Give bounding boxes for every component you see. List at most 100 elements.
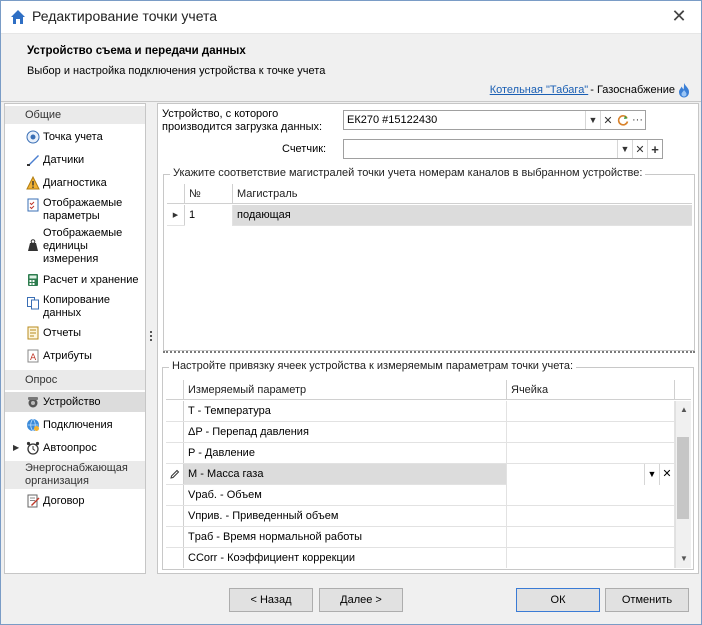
weight-icon: [28, 239, 38, 251]
nav-item-connections[interactable]: Подключения: [5, 415, 145, 435]
nav-item-displayed-units[interactable]: Отображаемые единицы измерения: [5, 226, 145, 268]
nav-item-sensors[interactable]: Датчики: [5, 150, 145, 170]
cell-no[interactable]: 1: [185, 205, 233, 226]
chevron-down-icon[interactable]: ▼: [585, 111, 600, 129]
nav-item-diagnostics[interactable]: Диагностика: [5, 173, 145, 193]
row-indicator: [166, 422, 184, 442]
nav-item-meter-point[interactable]: Точка учета: [5, 127, 145, 147]
nav-item-label: Автоопрос: [43, 442, 97, 454]
column-header-param[interactable]: Измеряемый параметр: [184, 380, 507, 400]
cell-device-cell[interactable]: [507, 422, 675, 443]
table-row[interactable]: CCorr - Коэффициент коррекции: [166, 548, 691, 568]
nav-item-attributes[interactable]: A Атрибуты: [5, 346, 145, 366]
cell-param: Vприв. - Приведенный объем: [184, 506, 507, 527]
cell-device-cell[interactable]: [507, 506, 675, 527]
table-row[interactable]: Tраб - Время нормальной работы: [166, 527, 691, 548]
nav-item-label: Подключения: [43, 419, 113, 431]
grid-splitter[interactable]: [163, 351, 695, 354]
clear-icon[interactable]: ✕: [600, 111, 615, 129]
channels-groupbox: Укажите соответствие магистралей точки у…: [163, 167, 695, 351]
organization-info: Котельная "Табага" - Газоснабжение: [490, 82, 691, 98]
nav-item-device[interactable]: Устройство: [5, 392, 145, 412]
table-row[interactable]: Vприв. - Приведенный объем: [166, 506, 691, 527]
org-link[interactable]: Котельная "Табага": [490, 84, 589, 96]
panel-splitter[interactable]: [150, 331, 153, 345]
checklist-icon: [27, 198, 39, 212]
ok-button[interactable]: ОК: [516, 588, 600, 612]
refresh-icon[interactable]: [615, 111, 630, 129]
scroll-up-icon[interactable]: ▲: [676, 403, 691, 417]
binding-groupbox: Настройте привязку ячеек устройства к из…: [162, 360, 694, 570]
nav-group-general: Общие: [5, 106, 145, 124]
channels-title: Укажите соответствие магистралей точки у…: [170, 167, 646, 179]
svg-text:A: A: [30, 353, 37, 363]
row-indicator: [166, 506, 184, 526]
device-combobox[interactable]: ЕК270 #15122430 ▼ ✕ ···: [343, 110, 646, 130]
cell-device-cell[interactable]: [507, 443, 675, 464]
warning-icon: [26, 176, 40, 190]
attribute-icon: A: [27, 349, 39, 363]
table-row[interactable]: T - Температура: [166, 401, 691, 422]
vertical-scrollbar[interactable]: ▲ ▼: [675, 401, 691, 568]
row-indicator-header: [166, 380, 184, 400]
cancel-button[interactable]: Отменить: [605, 588, 689, 612]
counter-combobox[interactable]: ▼ ✕ +: [343, 139, 663, 159]
chevron-down-icon[interactable]: ▼: [617, 140, 632, 158]
cell-main[interactable]: подающая: [233, 205, 692, 226]
column-header-cell[interactable]: Ячейка: [507, 380, 675, 400]
navigation-panel: Общие Точка учета Датчики Диагностика От…: [4, 103, 146, 574]
add-icon[interactable]: +: [647, 140, 662, 158]
cell-editor-combobox[interactable]: ▼ ✕: [507, 464, 675, 485]
column-header-no[interactable]: №: [185, 184, 233, 204]
table-row[interactable]: Vраб. - Объем: [166, 485, 691, 506]
channels-grid: № Магистраль ▶ 1 подающая: [167, 184, 692, 348]
cell-device-cell[interactable]: [507, 401, 675, 422]
chevron-down-icon[interactable]: ▼: [644, 464, 659, 485]
column-header-main[interactable]: Магистраль: [233, 184, 692, 204]
window-title: Редактирование точки учета: [32, 8, 218, 24]
table-row[interactable]: P - Давление: [166, 443, 691, 464]
expand-arrow-icon[interactable]: ▶: [13, 438, 19, 458]
device-icon: [28, 397, 38, 408]
nav-item-label: Отображаемые параметры: [43, 197, 123, 222]
nav-item-label: Отображаемые единицы измерения: [43, 227, 123, 265]
nav-item-label: Копирование данных: [43, 294, 111, 319]
close-icon[interactable]: ✕: [669, 6, 689, 27]
cell-device-cell[interactable]: [507, 527, 675, 548]
nav-item-displayed-params[interactable]: Отображаемые параметры: [5, 196, 145, 224]
nav-item-contract[interactable]: Договор: [5, 491, 145, 511]
report-icon: [27, 326, 39, 340]
cell-param: Vраб. - Объем: [184, 485, 507, 506]
table-row[interactable]: ΔP - Перепад давления: [166, 422, 691, 443]
gas-flame-icon: [679, 83, 689, 98]
next-button[interactable]: Далее >: [319, 588, 403, 612]
nav-group-poll: Опрос: [5, 370, 145, 390]
edit-pencil-icon: [166, 464, 184, 484]
nav-item-label: Отчеты: [43, 327, 82, 339]
cell-editor-value: [507, 464, 644, 485]
clear-icon[interactable]: ✕: [632, 140, 647, 158]
nav-item-reports[interactable]: Отчеты: [5, 323, 145, 343]
row-indicator: [166, 527, 184, 547]
nav-item-label: Расчет и хранение: [43, 274, 139, 286]
nav-item-autopoll[interactable]: ▶ Автоопрос: [5, 438, 145, 458]
nav-item-calc-storage[interactable]: Расчет и хранение: [5, 270, 145, 290]
cell-device-cell[interactable]: [507, 548, 675, 568]
back-button[interactable]: < Назад: [229, 588, 313, 612]
wizard-header: Устройство съема и передачи данных Выбор…: [1, 33, 701, 101]
nav-item-copy-data[interactable]: Копирование данных: [5, 293, 145, 321]
table-row[interactable]: ▶ 1 подающая: [167, 205, 692, 226]
table-row-active[interactable]: M - Масса газа ▼ ✕: [166, 464, 691, 485]
scrollbar-thumb[interactable]: [677, 437, 689, 519]
more-options-icon[interactable]: ···: [630, 111, 645, 129]
scroll-down-icon[interactable]: ▼: [676, 552, 691, 566]
row-indicator: [166, 443, 184, 463]
row-indicator-header: [167, 184, 185, 204]
header-divider: [1, 101, 701, 102]
row-indicator: [166, 548, 184, 568]
nav-item-label: Точка учета: [43, 131, 103, 143]
meter-point-icon: [26, 130, 40, 144]
cell-device-cell[interactable]: [507, 485, 675, 506]
calculator-icon: [28, 274, 38, 286]
clear-icon[interactable]: ✕: [659, 464, 674, 485]
